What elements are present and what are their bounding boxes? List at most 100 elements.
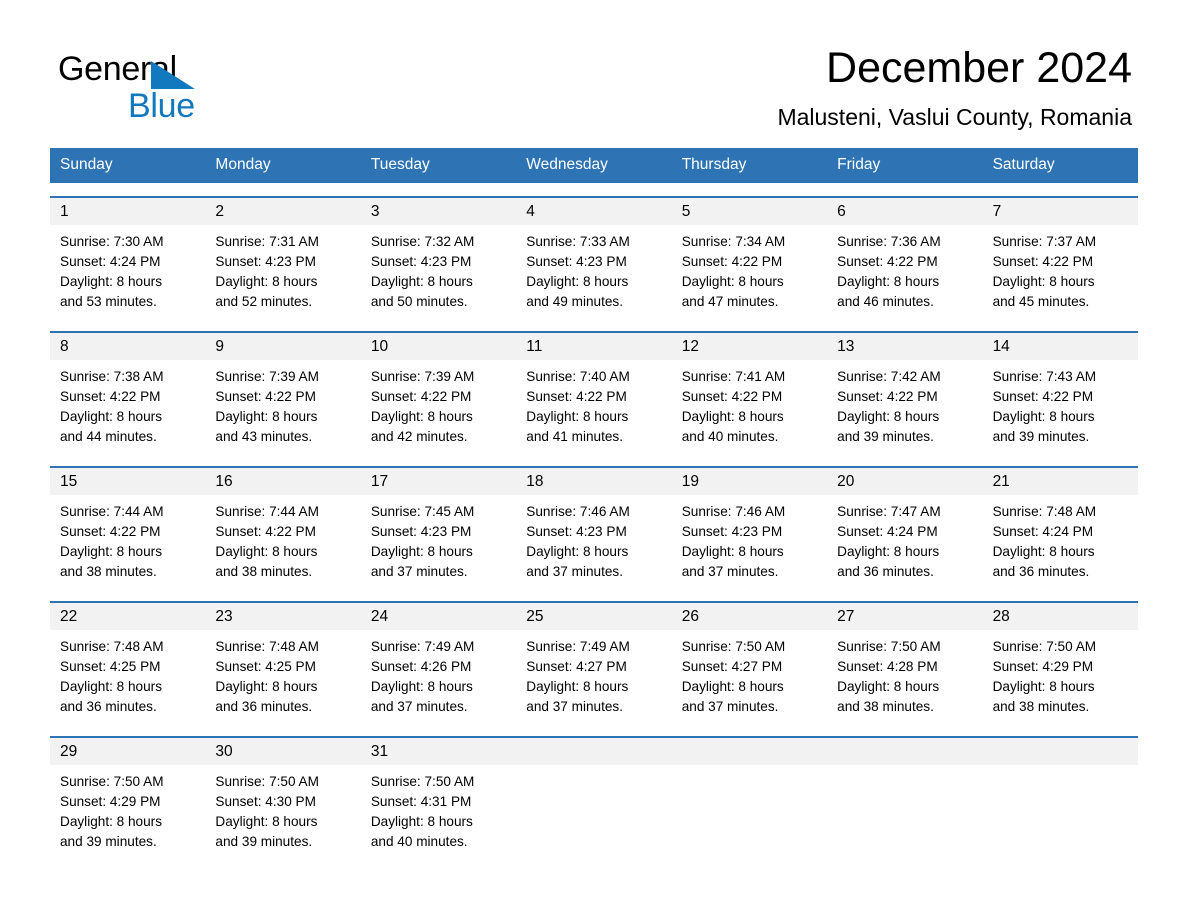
day-number-band: 1: [50, 197, 206, 225]
day-details: Sunrise: 7:43 AM Sunset: 4:22 PM Daylight:…: [983, 360, 1138, 448]
generalblue-logo[interactable]: General Blue: [58, 46, 228, 124]
day-cell[interactable]: 23 Sunrise: 7:48 AM Sunset: 4:25 PM Dayligh…: [205, 602, 361, 723]
day-cell[interactable]: 26 Sunrise: 7:50 AM Sunset: 4:27 PM Dayligh…: [671, 602, 828, 723]
day-number: 24: [370, 607, 389, 625]
day-number: 2: [215, 202, 225, 220]
sunset-text: Sunset: 4:23 PM: [370, 254, 472, 270]
page-subtitle: Malusteni, Vaslui County, Romania: [777, 104, 1132, 131]
day-cell[interactable]: 4 Sunrise: 7:33 AM Sunset: 4:23 PM Daylight…: [516, 197, 672, 318]
daylight-text-line2: and 40 minutes.: [370, 834, 468, 850]
sunset-text: Sunset: 4:23 PM: [526, 524, 627, 540]
daylight-text-line1: Daylight: 8 hours: [837, 544, 940, 560]
day-cell[interactable]: 12 Sunrise: 7:41 AM Sunset: 4:22 PM Dayligh…: [671, 332, 828, 453]
day-number-band: 22: [50, 602, 206, 630]
daylight-text-line1: Daylight: 8 hours: [526, 679, 629, 695]
daylight-text-line1: Daylight: 8 hours: [370, 814, 473, 830]
day-cell-empty: [671, 737, 828, 858]
day-cell[interactable]: 14 Sunrise: 7:43 AM Sunset: 4:22 PM Dayligh…: [982, 332, 1138, 453]
day-cell[interactable]: 31 Sunrise: 7:50 AM Sunset: 4:31 PM Dayligh…: [360, 737, 517, 858]
day-number: 11: [526, 337, 543, 355]
day-number: 15: [60, 472, 78, 490]
day-number: 28: [992, 607, 1010, 625]
sunrise-text: Sunrise: 7:30 AM: [60, 233, 164, 249]
day-cell[interactable]: 3 Sunrise: 7:32 AM Sunset: 4:23 PM Daylight…: [360, 197, 517, 318]
sunset-text: Sunset: 4:26 PM: [370, 659, 472, 675]
day-cell[interactable]: 11 Sunrise: 7:40 AM Sunset: 4:22 PM Dayligh…: [516, 332, 672, 453]
daylight-text-line1: Daylight: 8 hours: [370, 544, 473, 560]
week-row: 22 Sunrise: 7:48 AM Sunset: 4:25 PM Dayligh…: [50, 600, 1138, 723]
day-cell[interactable]: 22 Sunrise: 7:48 AM Sunset: 4:25 PM Dayligh…: [50, 602, 206, 723]
day-cell[interactable]: 9 Sunrise: 7:39 AM Sunset: 4:22 PM Daylight…: [205, 332, 361, 453]
day-number-band: [982, 737, 1138, 765]
day-cell[interactable]: 30 Sunrise: 7:50 AM Sunset: 4:30 PM Dayligh…: [205, 737, 361, 858]
day-cell[interactable]: 13 Sunrise: 7:42 AM Sunset: 4:22 PM Dayligh…: [827, 332, 983, 453]
day-cell[interactable]: 6 Sunrise: 7:36 AM Sunset: 4:22 PM Daylight…: [827, 197, 983, 318]
daylight-text-line2: and 50 minutes.: [370, 294, 468, 310]
daylight-text-line2: and 36 minutes.: [60, 699, 157, 715]
sunset-text: Sunset: 4:22 PM: [681, 389, 783, 405]
daylight-text-line2: and 36 minutes.: [215, 699, 313, 715]
day-cell[interactable]: 17 Sunrise: 7:45 AM Sunset: 4:23 PM Dayligh…: [360, 467, 517, 588]
day-details: Sunrise: 7:37 AM Sunset: 4:22 PM Daylight:…: [983, 225, 1138, 313]
day-cell[interactable]: 2 Sunrise: 7:31 AM Sunset: 4:23 PM Daylight…: [205, 197, 361, 318]
day-cell[interactable]: 24 Sunrise: 7:49 AM Sunset: 4:26 PM Dayligh…: [360, 602, 517, 723]
day-number: 31: [370, 742, 389, 760]
daylight-text-line2: and 41 minutes.: [526, 429, 624, 445]
daylight-text-line2: and 37 minutes.: [526, 699, 624, 715]
daylight-text-line2: and 39 minutes.: [837, 429, 934, 445]
daylight-text-line2: and 37 minutes.: [681, 699, 779, 715]
week-row: 8 Sunrise: 7:38 AM Sunset: 4:22 PM Daylight…: [50, 330, 1138, 453]
day-cell[interactable]: 15 Sunrise: 7:44 AM Sunset: 4:22 PM Dayligh…: [50, 467, 206, 588]
day-number-band: 12: [671, 332, 828, 360]
day-cell[interactable]: 21 Sunrise: 7:48 AM Sunset: 4:24 PM Dayligh…: [982, 467, 1138, 588]
day-number-band: 21: [982, 467, 1138, 495]
daylight-text-line1: Daylight: 8 hours: [681, 544, 784, 560]
sunset-text: Sunset: 4:31 PM: [370, 794, 472, 810]
sunrise-text: Sunrise: 7:37 AM: [992, 233, 1097, 249]
day-cell[interactable]: 18 Sunrise: 7:46 AM Sunset: 4:23 PM Dayligh…: [516, 467, 672, 588]
day-cell[interactable]: 1 Sunrise: 7:30 AM Sunset: 4:24 PM Daylight…: [50, 197, 206, 318]
daylight-text-line1: Daylight: 8 hours: [60, 274, 163, 290]
sunrise-text: Sunrise: 7:41 AM: [681, 368, 786, 384]
sunrise-text: Sunrise: 7:49 AM: [526, 638, 630, 654]
daylight-text-line1: Daylight: 8 hours: [526, 544, 629, 560]
day-number: 19: [681, 472, 699, 490]
daylight-text-line2: and 49 minutes.: [526, 294, 624, 310]
day-cell[interactable]: 19 Sunrise: 7:46 AM Sunset: 4:23 PM Dayligh…: [671, 467, 828, 588]
title-block: December 2024 Malusteni, Vaslui County, …: [228, 45, 1132, 131]
sunrise-text: Sunrise: 7:46 AM: [681, 503, 786, 519]
sunrise-text: Sunrise: 7:50 AM: [215, 773, 319, 789]
calendar-page: General Blue December 2024 Malusteni, Va…: [0, 0, 1188, 918]
day-number-band: 7: [982, 197, 1138, 225]
day-number-band: 8: [50, 332, 206, 360]
daylight-text-line2: and 53 minutes.: [60, 294, 157, 310]
day-details: Sunrise: 7:49 AM Sunset: 4:27 PM Daylight:…: [516, 630, 671, 718]
day-cell[interactable]: 27 Sunrise: 7:50 AM Sunset: 4:28 PM Dayligh…: [827, 602, 983, 723]
day-cell[interactable]: 25 Sunrise: 7:49 AM Sunset: 4:27 PM Dayligh…: [516, 602, 672, 723]
sunset-text: Sunset: 4:27 PM: [526, 659, 627, 675]
day-cell[interactable]: 5 Sunrise: 7:34 AM Sunset: 4:22 PM Daylight…: [671, 197, 828, 318]
day-number-band: 27: [827, 602, 983, 630]
sunrise-text: Sunrise: 7:43 AM: [992, 368, 1097, 384]
day-number-band: [671, 737, 828, 765]
weekday-header-friday: Friday: [837, 156, 881, 173]
day-number-band: [827, 737, 983, 765]
day-cell[interactable]: 16 Sunrise: 7:44 AM Sunset: 4:22 PM Dayligh…: [205, 467, 361, 588]
day-details: Sunrise: 7:47 AM Sunset: 4:24 PM Daylight:…: [827, 495, 982, 583]
sunset-text: Sunset: 4:24 PM: [837, 524, 938, 540]
daylight-text-line1: Daylight: 8 hours: [681, 274, 784, 290]
day-number-band: 30: [205, 737, 361, 765]
day-cell[interactable]: 20 Sunrise: 7:47 AM Sunset: 4:24 PM Dayligh…: [827, 467, 983, 588]
day-details: Sunrise: 7:44 AM Sunset: 4:22 PM Daylight:…: [50, 495, 205, 583]
day-cell[interactable]: 28 Sunrise: 7:50 AM Sunset: 4:29 PM Dayligh…: [982, 602, 1138, 723]
day-cell[interactable]: 7 Sunrise: 7:37 AM Sunset: 4:22 PM Daylight…: [982, 197, 1138, 318]
sunrise-text: Sunrise: 7:34 AM: [681, 233, 786, 249]
day-cell[interactable]: 8 Sunrise: 7:38 AM Sunset: 4:22 PM Daylight…: [50, 332, 206, 453]
daylight-text-line1: Daylight: 8 hours: [215, 274, 318, 290]
daylight-text-line2: and 44 minutes.: [60, 429, 157, 445]
sunset-text: Sunset: 4:28 PM: [837, 659, 938, 675]
daylight-text-line1: Daylight: 8 hours: [60, 544, 163, 560]
calendar-grid: Sunday Monday Tuesday Wednesday Thursday…: [50, 148, 1138, 858]
day-cell[interactable]: 29 Sunrise: 7:50 AM Sunset: 4:29 PM Dayligh…: [50, 737, 206, 858]
day-cell[interactable]: 10 Sunrise: 7:39 AM Sunset: 4:22 PM Dayligh…: [360, 332, 517, 453]
